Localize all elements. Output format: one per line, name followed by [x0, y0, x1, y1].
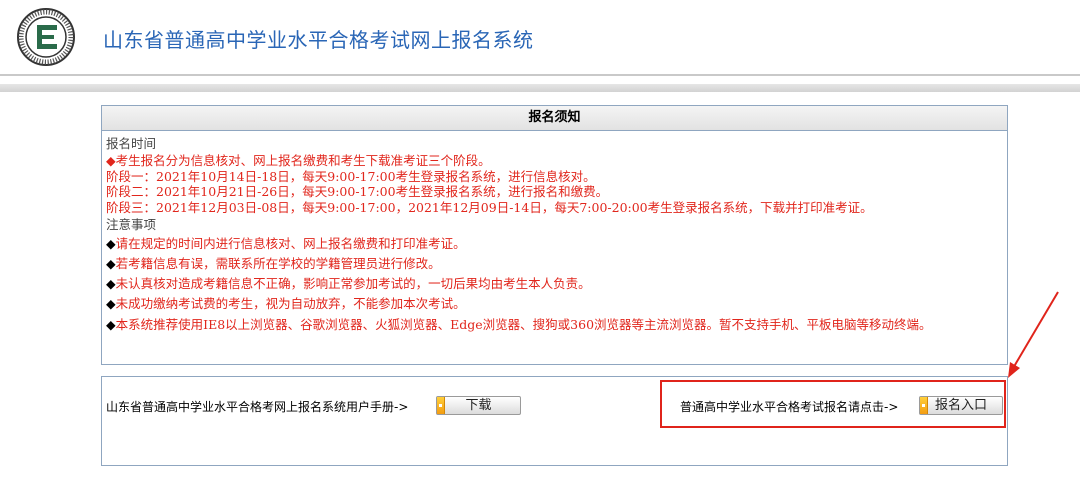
note-text: 请在规定的时间内进行信息核对、网上报名缴费和打印准考证。: [115, 236, 466, 252]
note-text: 本系统推荐使用IE8以上浏览器、谷歌浏览器、火狐浏览器、Edge浏览器、搜狗或3…: [115, 317, 932, 333]
header-divider: [0, 74, 1080, 76]
annotation-arrow-icon: [1008, 291, 1059, 378]
notice-heading: 报名须知: [102, 106, 1007, 131]
bullet-icon: ◆: [106, 317, 116, 333]
bullet-icon: ◆: [106, 296, 116, 312]
download-button[interactable]: 下载: [436, 396, 521, 415]
time-line: ◆考生报名分为信息核对、网上报名缴费和考生下载准考证三个阶段。: [106, 153, 491, 168]
time-line: 阶段三：2021年12月03日-08日，每天9:00-17:00，2021年12…: [106, 199, 873, 215]
site-title: 山东省普通高中学业水平合格考试网上报名系统: [103, 28, 534, 52]
time-line: 阶段二：2021年10月21日-26日，每天9:00-17:00考生登录报名系统…: [106, 184, 609, 200]
note-text: 未成功缴纳考试费的考生，视为自动放弃，不能参加本次考试。: [115, 296, 466, 312]
section-title-notes: 注意事项: [106, 217, 157, 233]
section-title-time: 报名时间: [106, 136, 157, 151]
exam-authority-seal-icon: [17, 8, 75, 66]
note-item: ◆未认真核对造成考籍信息不正确，影响正常参加考试的，一切后果均由考生本人负责。: [106, 274, 1003, 294]
note-item: ◆若考籍信息有误，需联系所在学校的学籍管理员进行修改。: [106, 254, 1003, 274]
user-manual-text: 山东省普通高中学业水平合格考网上报名系统用户手册->: [106, 400, 409, 414]
bullet-icon: ◆: [106, 256, 116, 272]
note-item: ◆本系统推荐使用IE8以上浏览器、谷歌浏览器、火狐浏览器、Edge浏览器、搜狗或…: [106, 317, 1003, 332]
header-band: [0, 84, 1080, 92]
button-tab-icon: [437, 397, 445, 414]
notice-body: 报名时间 ◆考生报名分为信息核对、网上报名缴费和考生下载准考证三个阶段。 阶段一…: [102, 131, 1007, 332]
note-text: 若考籍信息有误，需联系所在学校的学籍管理员进行修改。: [115, 256, 441, 272]
highlight-box: [660, 380, 1006, 428]
note-text: 未认真核对造成考籍信息不正确，影响正常参加考试的，一切后果均由考生本人负责。: [115, 276, 591, 292]
site-header: 山东省普通高中学业水平合格考试网上报名系统: [0, 0, 1080, 74]
time-line: 阶段一：2021年10月14日-18日，每天9:00-17:00考生登录报名系统…: [106, 168, 596, 184]
download-label: 下载: [465, 398, 492, 413]
bullet-icon: ◆: [106, 236, 116, 252]
note-item: ◆请在规定的时间内进行信息核对、网上报名缴费和打印准考证。: [106, 234, 1003, 254]
note-item: ◆未成功缴纳考试费的考生，视为自动放弃，不能参加本次考试。: [106, 294, 1003, 314]
bullet-icon: ◆: [106, 276, 116, 292]
notice-box: 报名须知 报名时间 ◆考生报名分为信息核对、网上报名缴费和考生下载准考证三个阶段…: [101, 105, 1008, 365]
